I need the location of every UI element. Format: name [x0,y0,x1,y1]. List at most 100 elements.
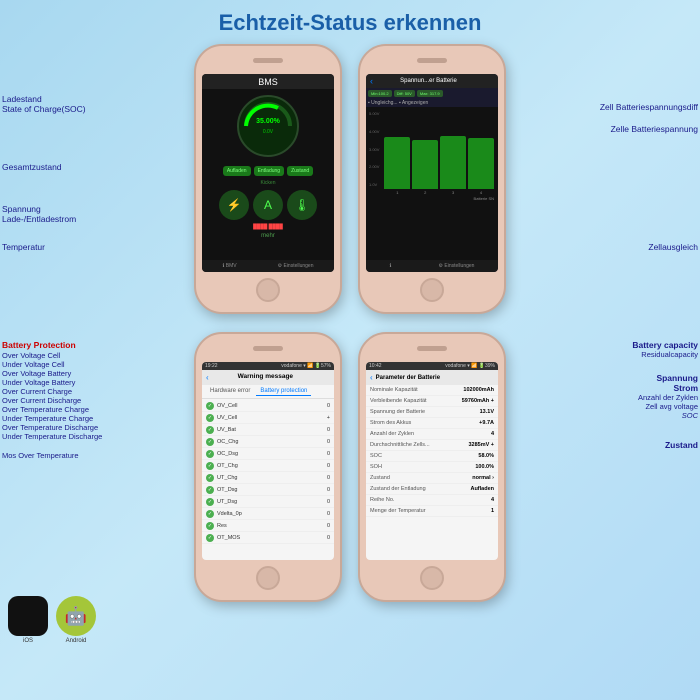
list-item: Durchschnittliche Zells... 3285mV + [366,440,498,451]
list-item: ✓ UV_Bat 0 [202,424,334,436]
list-item: Zustand der Entladung Aufladen [366,484,498,495]
bar-1 [384,137,410,189]
label-ot-dsg: Over Temperature Discharge [2,423,102,432]
android-badge[interactable]: 🤖 [56,596,96,636]
phone-bms-home[interactable] [256,278,280,302]
label-battery-capacity: Battery capacity [632,340,698,350]
phone-battery-home[interactable] [420,278,444,302]
list-item: SOC 58.0% [366,451,498,462]
label-temperatur: Temperatur [2,242,45,252]
list-item: ✓ UT_Dsg 0 [202,496,334,508]
list-item: Spannung der Batterie 13.1V [366,407,498,418]
list-item: ✓ OT_Chg 0 [202,460,334,472]
label-battery-protection-group: Battery Protection Over Voltage Cell Und… [2,340,102,460]
params-title: Parameter der Batterie [376,375,440,381]
list-item: Strom des Akkus +9.7A [366,418,498,429]
label-spannung: Spannung Lade-/Entladestrom [2,204,76,224]
label-zelle-spannung: Zelle Batteriespannung [611,124,698,134]
label-zyklen: Anzahl der Zyklen [632,393,698,402]
tab-hardware-error[interactable]: Hardware error [206,387,254,396]
list-item: Nominale Kapazität 102000mAh [366,385,498,396]
bms-header: BMS [202,74,334,89]
android-icon: 🤖 [65,606,87,627]
label-ut-chg: Under Temperature Charge [2,414,102,423]
label-ot-chg: Over Temperature Charge [2,405,102,414]
label-gesamtzustand: Gesamtzustand [2,162,62,172]
check-res: ✓ [206,522,214,530]
label-mos-ot: Mos Over Temperature [2,451,102,460]
warning-tabs: Hardware error Battery protection [202,385,334,399]
list-item: Anzahl der Zyklen 4 [366,429,498,440]
list-item: Reihe No. 4 [366,495,498,506]
phone-warning-home[interactable] [256,566,280,590]
label-uv-cell: Under Voltage Cell [2,360,102,369]
battery-screen: ‹ Spannun...er Batterie Min:100.2 Diff: … [366,74,498,272]
status-bar-params: 10:42 vodafone ▾ 📶 🔋39% [366,362,498,370]
bms-icons: ⚡ A 🌡 [217,187,319,223]
svg-text:0.0V: 0.0V [263,129,274,135]
check-vdelta: ✓ [206,510,214,518]
list-item: Zustand normal › [366,473,498,484]
warning-screen: 19:22 vodafone ▾ 📶 🔋57% ‹ Warning messag… [202,362,334,560]
list-item: ✓ UV_Cell + [202,412,334,424]
bms-footer-bmv[interactable]: ℹ BMV [222,263,236,269]
bar-4 [468,138,494,189]
check-ut-dsg: ✓ [206,498,214,506]
battery-back-btn[interactable]: ‹ [370,76,373,86]
battery-footer: ℹ ⚙ Einstellungen [366,260,498,272]
page-title: Echtzeit-Status erkennen [0,0,700,42]
list-item: ✓ Vdelta_0p 0 [202,508,334,520]
bms-btn-aufladen[interactable]: Aufladen [223,166,251,176]
list-item: ✓ OT_Dsg 0 [202,484,334,496]
bms-footer-settings[interactable]: ⚙ Einstellungen [278,263,314,269]
bms-footer: ℹ BMV ⚙ Einstellungen [202,260,334,272]
chart-toggle: ▪ Ungleichg... ▪ Angezeigen [366,99,498,107]
ios-badge[interactable] [8,596,48,636]
bms-btn-zustand[interactable]: Zustand [287,166,313,176]
bms-more-btn[interactable]: mehr [259,231,277,241]
list-item: ✓ UT_Chg 0 [202,472,334,484]
bms-icon-amp: A [253,190,283,220]
bms-btn-entladung[interactable]: Entladung [254,166,285,176]
list-item: ✓ OV_Cell 0 [202,400,334,412]
check-ot-mos: ✓ [206,534,214,542]
battery-footer-settings[interactable]: ⚙ Einstellungen [439,263,475,269]
battery-footer-bmv[interactable]: ℹ [390,263,392,269]
battery-title: Spannun...er Batterie [400,78,457,84]
list-item: ✓ OC_Chg 0 [202,436,334,448]
bms-screen: BMS 35.00% 0.0V [202,74,334,272]
list-item: ✓ OT_MOS 0 [202,532,334,544]
label-residual: Residualcapacity [632,350,698,359]
warning-back[interactable]: ‹ [206,373,209,382]
phone-params-home[interactable] [420,566,444,590]
label-battery-protection: Battery Protection [2,340,102,350]
svg-text:35.00%: 35.00% [256,118,281,125]
label-zell-diff: Zell Batteriespannungsdiff [600,102,698,112]
bms-error-bar: ████ ████ [252,223,284,231]
cell-tags-row: Min:100.2 Diff: 50V Max: 317.9 [366,88,498,99]
bms-buttons: Aufladen Entladung Zustand [202,163,334,179]
list-item: Verbleibende Kapazität 59760mAh + [366,396,498,407]
status-bar-warning: 19:22 vodafone ▾ 📶 🔋57% [202,362,334,370]
check-oc-chg: ✓ [206,438,214,446]
params-list: Nominale Kapazität 102000mAh Verbleibend… [366,385,498,560]
params-back[interactable]: ‹ [370,373,373,382]
label-strom: Strom [632,383,698,393]
cell-tag-min: Min:100.2 [368,90,392,97]
list-item: Menge der Temperatur 1 [366,506,498,517]
bms-icon-temp: 🌡 [287,190,317,220]
bms-icon-lightning: ⚡ [219,190,249,220]
label-spannung-r: Spannung [632,373,698,383]
tab-battery-protection[interactable]: Battery protection [256,387,311,396]
label-uv-bat: Under Voltage Battery [2,378,102,387]
label-oc-chg: Over Current Charge [2,387,102,396]
label-ladestand: Ladestand State of Charge(SOC) [2,94,86,114]
cell-tag-max: Max: 317.9 [417,90,443,97]
label-oc-dsg: Over Current Discharge [2,396,102,405]
warning-list: ✓ OV_Cell 0 ✓ UV_Cell + ✓ UV_Bat 0 [202,399,334,560]
chart-labels: 1234 [382,189,496,196]
bar-3 [440,136,466,189]
android-label: Android [56,638,96,644]
bms-gauge: 35.00% 0.0V [233,91,303,161]
batterie-sn-label: Batterie SN [382,196,496,201]
